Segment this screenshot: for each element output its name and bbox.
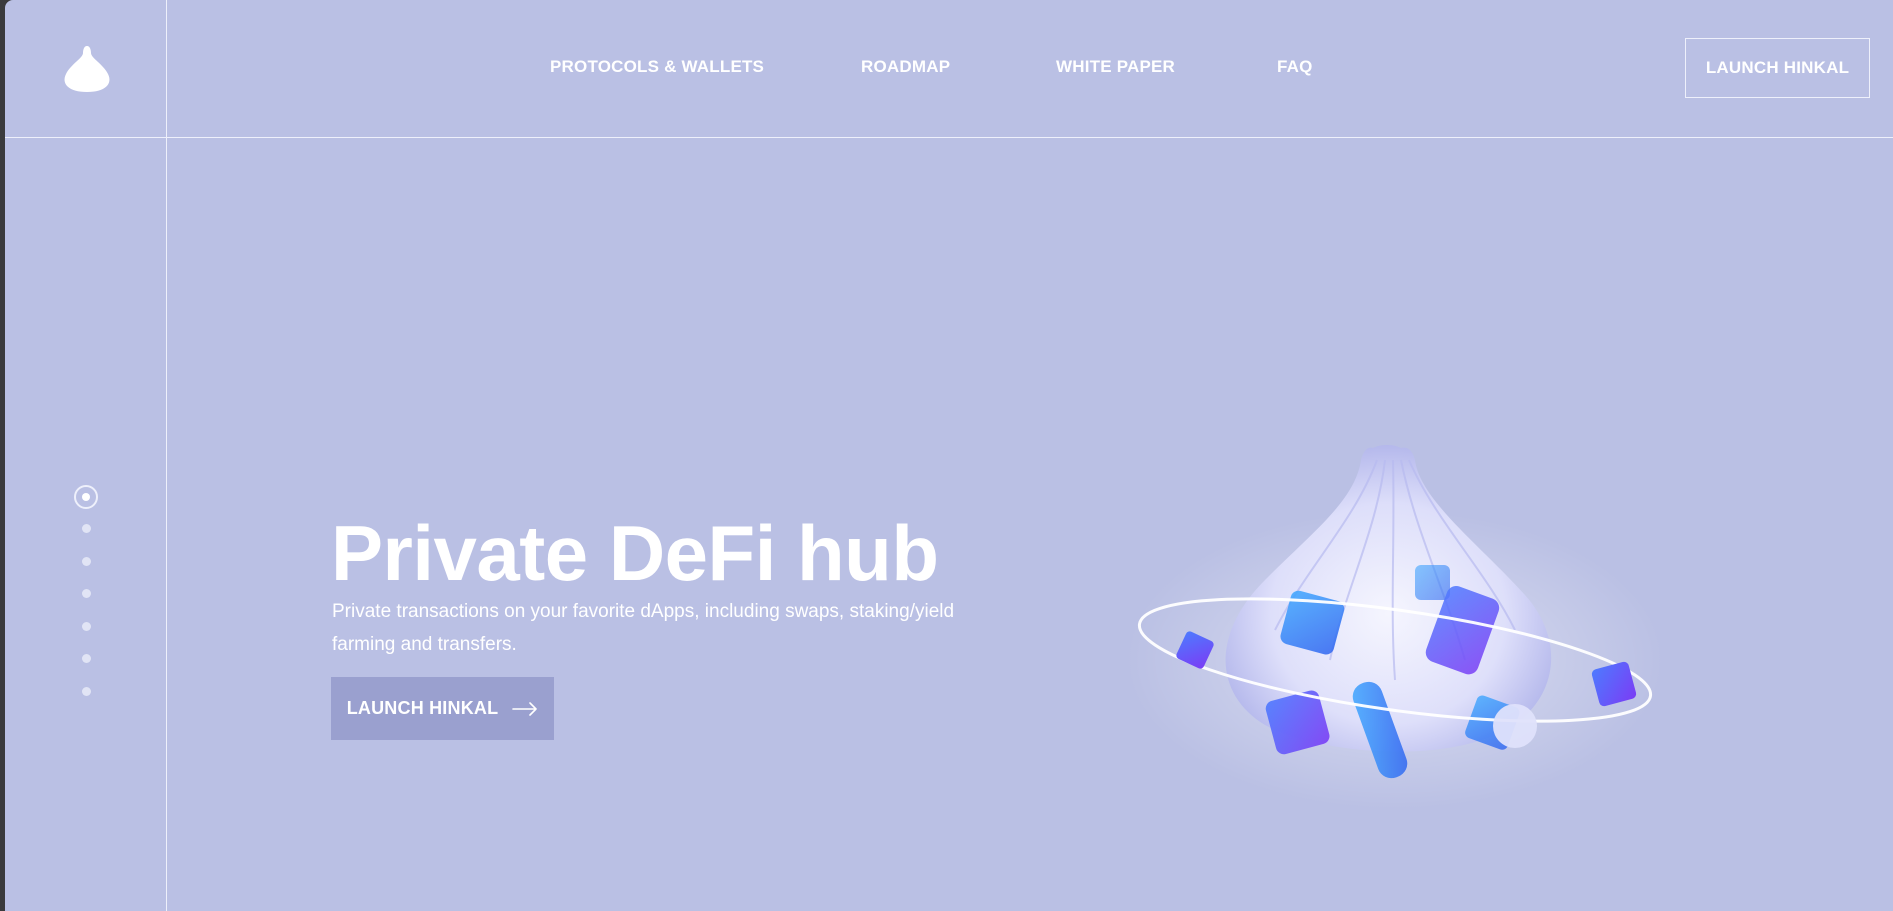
launch-hinkal-header-button[interactable]: LAUNCH HINKAL [1685, 38, 1870, 98]
nav-white-paper[interactable]: WHITE PAPER [1056, 57, 1175, 77]
nav-faq[interactable]: FAQ [1277, 57, 1313, 77]
dumpling-illustration [1125, 445, 1665, 810]
slide-dot-5[interactable] [82, 622, 91, 631]
hero-title: Private DeFi hub [331, 509, 939, 598]
slide-dot-3[interactable] [82, 557, 91, 566]
nav-protocols-wallets[interactable]: PROTOCOLS & WALLETS [550, 57, 764, 77]
slide-dot-1[interactable] [74, 485, 98, 509]
launch-hinkal-cta-button[interactable]: LAUNCH HINKAL [331, 677, 554, 740]
slide-dot-4[interactable] [82, 589, 91, 598]
main-nav: PROTOCOLS & WALLETS ROADMAP WHITE PAPER … [5, 57, 1893, 81]
slide-dot-6[interactable] [82, 654, 91, 663]
slide-dot-2[interactable] [82, 524, 91, 533]
arrow-right-icon [512, 701, 538, 716]
header-divider [5, 137, 1893, 138]
cta-label: LAUNCH HINKAL [346, 698, 499, 718]
hero-subtitle: Private transactions on your favorite dA… [332, 601, 955, 655]
nav-roadmap[interactable]: ROADMAP [861, 57, 950, 77]
page: PROTOCOLS & WALLETS ROADMAP WHITE PAPER … [5, 0, 1893, 911]
slide-dot-7[interactable] [82, 687, 91, 696]
